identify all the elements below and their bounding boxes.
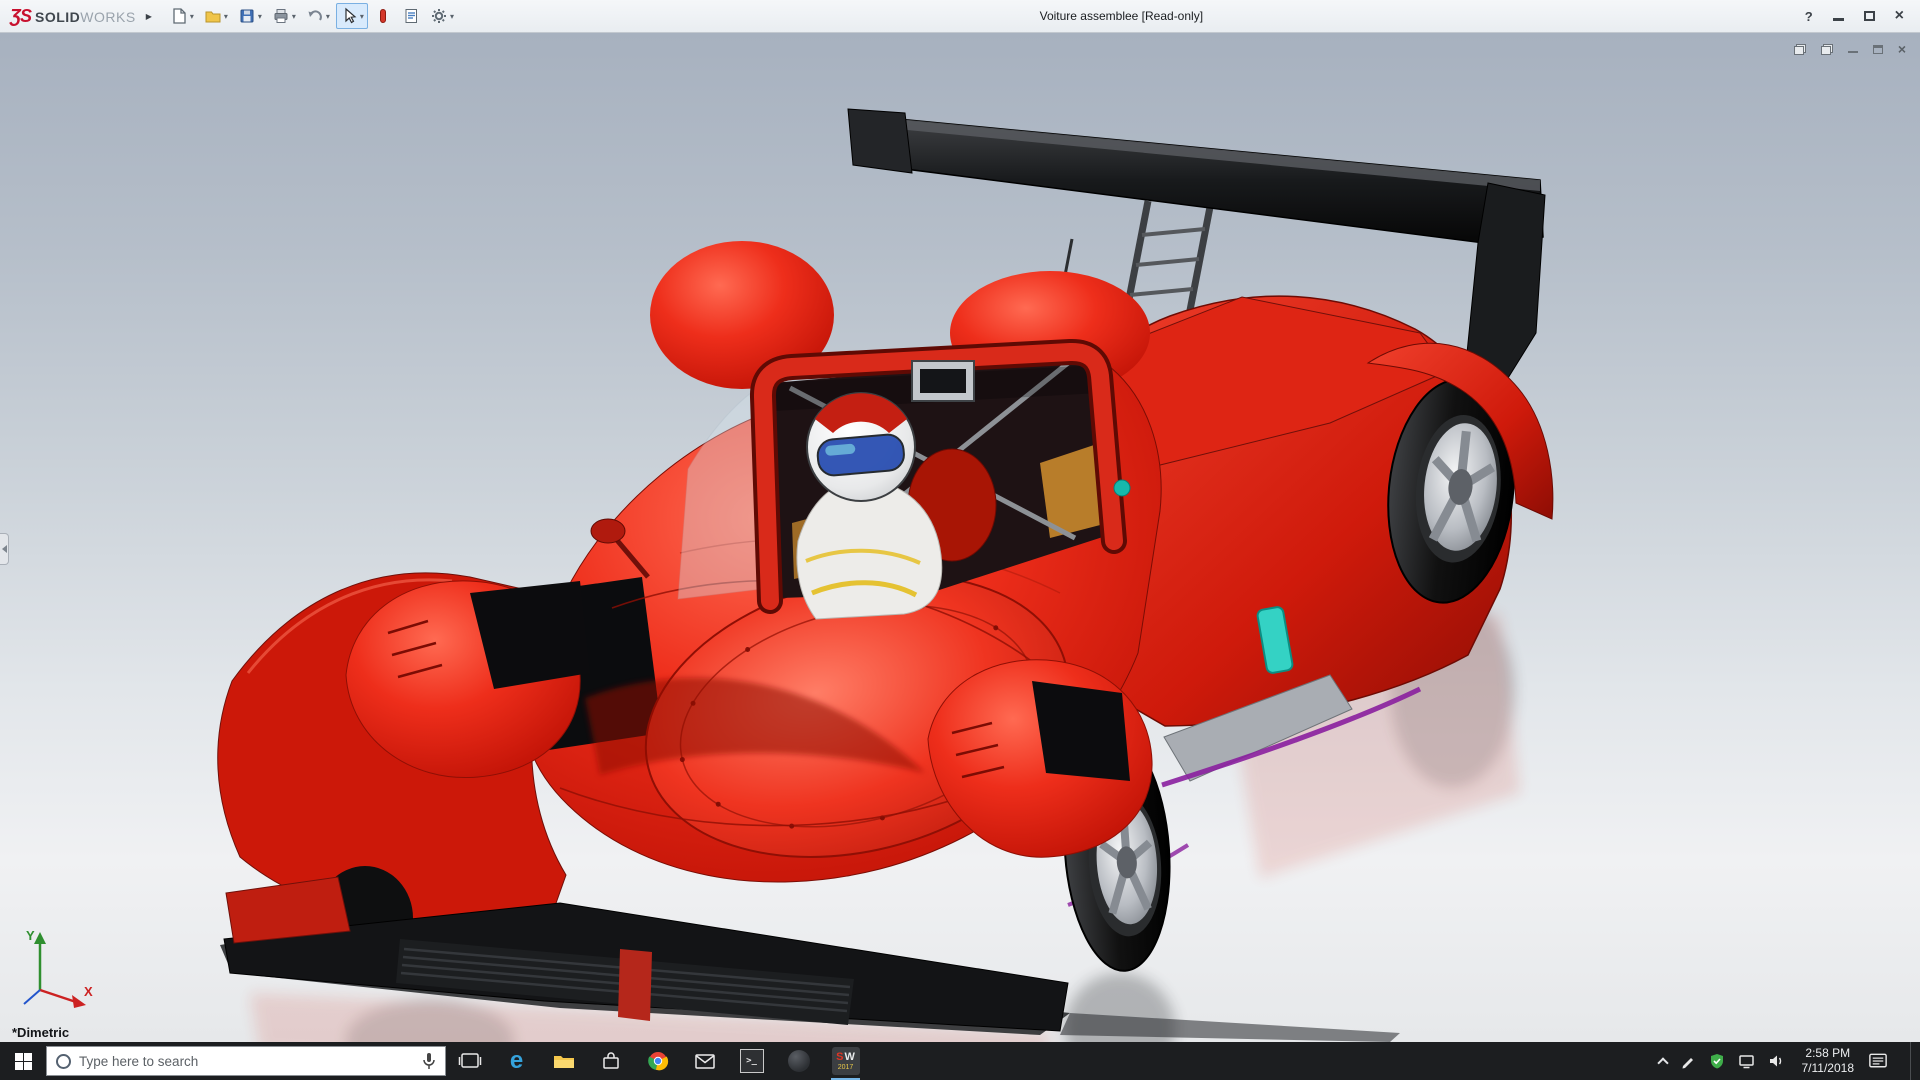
- brand-text-light: WORKS: [80, 9, 135, 25]
- store-bag-icon: [599, 1049, 623, 1073]
- action-center-icon[interactable]: [1867, 1051, 1889, 1072]
- dropdown-arrow-icon[interactable]: ▾: [190, 12, 194, 21]
- solidworks-2017-icon: SW 2017: [832, 1047, 860, 1075]
- brand-mark-icon: ƷS: [10, 6, 31, 27]
- microphone-icon[interactable]: [422, 1052, 436, 1070]
- task-view-button[interactable]: [446, 1042, 493, 1080]
- file-properties-icon: [402, 7, 420, 25]
- taskbar-search-box[interactable]: [46, 1046, 446, 1076]
- maximize-button[interactable]: [1864, 11, 1875, 21]
- volume-icon[interactable]: [1768, 1053, 1785, 1069]
- solidworks-logo: ƷS SOLID WORKS: [10, 6, 136, 27]
- view-orientation-label: *Dimetric: [12, 1025, 69, 1040]
- dropdown-arrow-icon[interactable]: ▾: [292, 12, 296, 21]
- mail-icon: [693, 1049, 717, 1073]
- dropdown-arrow-icon[interactable]: ▾: [326, 12, 330, 21]
- orientation-triad: Y X: [14, 926, 98, 1018]
- open-button[interactable]: ▾: [200, 3, 232, 29]
- taskbar-app-solidworks[interactable]: SW 2017: [822, 1042, 869, 1080]
- dropdown-arrow-icon[interactable]: ▾: [258, 12, 262, 21]
- new-document-icon: [170, 7, 188, 25]
- windows-taskbar: e: [0, 1042, 1920, 1080]
- doc-close-button[interactable]: ×: [1898, 42, 1906, 56]
- sw-year: 2017: [838, 1064, 854, 1071]
- show-desktop-button[interactable]: [1910, 1042, 1916, 1080]
- file-explorer-icon: [552, 1049, 576, 1073]
- doc-cascade-button[interactable]: [1794, 42, 1806, 56]
- save-button[interactable]: ▾: [234, 3, 266, 29]
- doc-minimize-button[interactable]: [1848, 42, 1858, 56]
- security-shield-icon[interactable]: [1709, 1053, 1725, 1069]
- 3d-scene-canvas[interactable]: [0, 33, 1920, 1042]
- search-input[interactable]: [79, 1054, 414, 1069]
- start-button[interactable]: [0, 1042, 46, 1080]
- select-cursor-icon: [340, 7, 358, 25]
- taskbar-clock[interactable]: 2:58 PM 7/11/2018: [1802, 1046, 1855, 1076]
- title-bar: ƷS SOLID WORKS ▶ ▾ ▾ ▾ ▾: [0, 0, 1920, 33]
- browser-icon: [646, 1049, 670, 1073]
- options-gear-icon: [430, 7, 448, 25]
- taskbar-app-terminal[interactable]: >_: [728, 1042, 775, 1080]
- graphics-viewport[interactable]: × Y X *Dimetric: [0, 33, 1920, 1042]
- rebuild-button[interactable]: [370, 3, 396, 29]
- options-button[interactable]: ▾: [426, 3, 458, 29]
- taskbar-app-file-explorer[interactable]: [540, 1042, 587, 1080]
- dropdown-arrow-icon[interactable]: ▾: [450, 12, 454, 21]
- windows-logo-icon: [15, 1053, 32, 1070]
- dark-app-icon: [788, 1050, 810, 1072]
- edge-icon: e: [510, 1049, 523, 1073]
- sw-letter-w: W: [844, 1052, 854, 1063]
- select-tool-button[interactable]: ▾: [336, 3, 368, 29]
- taskbar-apps: e: [446, 1042, 869, 1080]
- quick-toolbar: ▾ ▾ ▾ ▾ ▾ ▾: [166, 3, 458, 29]
- rebuild-icon: [374, 7, 392, 25]
- taskbar-app-mail[interactable]: [681, 1042, 728, 1080]
- new-document-button[interactable]: ▾: [166, 3, 198, 29]
- triad-y-label: Y: [26, 928, 35, 943]
- doc-restore-button[interactable]: [1873, 42, 1883, 56]
- terminal-icon: >_: [740, 1049, 764, 1073]
- save-floppy-icon: [238, 7, 256, 25]
- close-button[interactable]: ×: [1895, 8, 1904, 24]
- windows-ink-pen-icon[interactable]: [1680, 1053, 1696, 1069]
- document-title: Voiture assemblee [Read-only]: [458, 9, 1785, 23]
- taskbar-app-store[interactable]: [587, 1042, 634, 1080]
- task-view-icon: [458, 1049, 482, 1073]
- doc-tile-button[interactable]: [1821, 42, 1833, 56]
- window-controls: ? ×: [1805, 8, 1904, 24]
- dropdown-arrow-icon[interactable]: ▾: [224, 12, 228, 21]
- cortana-icon: [56, 1054, 71, 1069]
- undo-icon: [306, 7, 324, 25]
- triad-x-label: X: [84, 984, 93, 999]
- dropdown-arrow-icon[interactable]: ▾: [360, 12, 364, 21]
- print-icon: [272, 7, 290, 25]
- help-button[interactable]: ?: [1805, 9, 1813, 24]
- file-properties-button[interactable]: [398, 3, 424, 29]
- clock-time: 2:58 PM: [1802, 1046, 1855, 1061]
- taskbar-app-dark[interactable]: [775, 1042, 822, 1080]
- taskbar-app-browser[interactable]: [634, 1042, 681, 1080]
- menu-flyout-arrow[interactable]: ▶: [146, 12, 152, 21]
- clock-date: 7/11/2018: [1802, 1061, 1855, 1076]
- taskbar-app-edge[interactable]: e: [493, 1042, 540, 1080]
- solidworks-window: ƷS SOLID WORKS ▶ ▾ ▾ ▾ ▾: [0, 0, 1920, 1080]
- system-tray: 2:58 PM 7/11/2018: [1659, 1042, 1920, 1080]
- network-icon[interactable]: [1738, 1053, 1755, 1069]
- brand-text-bold: SOLID: [35, 9, 80, 25]
- open-folder-icon: [204, 7, 222, 25]
- document-window-controls: ×: [1794, 42, 1906, 56]
- minimize-button[interactable]: [1833, 18, 1844, 21]
- undo-button[interactable]: ▾: [302, 3, 334, 29]
- feature-tree-collapse-handle[interactable]: [0, 533, 9, 565]
- hidden-icons-chevron[interactable]: [1657, 1057, 1668, 1068]
- print-button[interactable]: ▾: [268, 3, 300, 29]
- sw-letter-s: S: [836, 1052, 843, 1063]
- left-mirror: [591, 519, 625, 543]
